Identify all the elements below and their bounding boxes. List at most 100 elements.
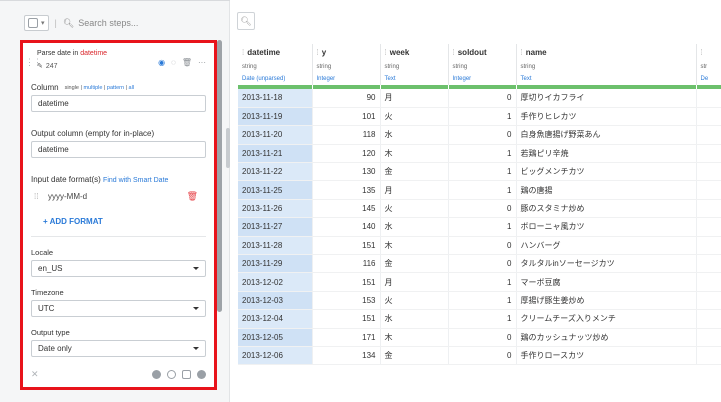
table-cell[interactable] <box>696 291 721 311</box>
table-row[interactable]: 2013-11-19 101 火 1 手作りヒレカツ <box>238 107 721 127</box>
table-row[interactable]: 2013-11-25 135 月 1 鶏の唐揚 <box>238 180 721 200</box>
table-cell[interactable]: 1 <box>448 291 517 311</box>
table-cell[interactable]: 171 <box>312 328 381 347</box>
table-row[interactable]: 2013-11-18 90 月 0 厚切りイカフライ <box>238 89 721 108</box>
table-row[interactable]: 2013-11-21 120 木 1 若鶏ピリ辛焼 <box>238 144 721 164</box>
table-cell[interactable]: 厚揚げ豚生姜炒め <box>516 291 697 311</box>
table-cell[interactable] <box>696 180 721 200</box>
table-cell[interactable]: 0 <box>448 199 517 219</box>
table-cell[interactable]: 153 <box>312 291 381 311</box>
table-cell[interactable]: 140 <box>312 217 381 237</box>
parse-date-step-card[interactable]: ⋮⋮ Parse date in datetime ✎ 247 ◉ ◌ 🗑︎ ·… <box>20 40 217 390</box>
column-header[interactable]: ⁞ <box>696 44 721 61</box>
table-cell[interactable]: 1 <box>448 180 517 200</box>
table-cell[interactable]: 水 <box>380 217 449 237</box>
output-column-input[interactable]: datetime <box>31 141 206 158</box>
mode-single[interactable]: single <box>65 85 79 91</box>
table-cell[interactable]: 水 <box>380 309 449 329</box>
table-row[interactable]: 2013-11-26 145 火 0 豚のスタミナ炒め <box>238 199 721 219</box>
table-cell[interactable]: 鶏のカッシュナッツ炒め <box>516 328 697 347</box>
table-cell[interactable]: 0 <box>448 254 517 274</box>
table-row[interactable]: 2013-11-28 151 木 0 ハンバーグ <box>238 236 721 256</box>
table-cell[interactable]: 白身魚唐揚げ野菜あん <box>516 125 697 145</box>
table-cell[interactable]: 2013-12-05 <box>238 328 313 347</box>
column-drag-icon[interactable]: ⁞ <box>521 48 523 57</box>
table-row[interactable]: 2013-12-02 151 月 1 マーボ豆腐 <box>238 272 721 292</box>
trash-icon[interactable]: 🗑︎ <box>182 58 192 67</box>
search-steps-input[interactable]: 🔍︎ Search steps... <box>63 18 138 29</box>
table-cell[interactable] <box>696 236 721 256</box>
table-cell[interactable]: 2013-11-20 <box>238 125 313 145</box>
table-cell[interactable]: 水 <box>380 125 449 145</box>
table-cell[interactable]: 90 <box>312 89 381 108</box>
grid-search-button[interactable]: 🔍︎ <box>237 12 255 30</box>
table-cell[interactable] <box>696 254 721 274</box>
table-row[interactable]: 2013-11-22 130 金 1 ビッグメンチカツ <box>238 162 721 182</box>
table-cell[interactable] <box>696 125 721 145</box>
table-cell[interactable]: 101 <box>312 107 381 127</box>
table-cell[interactable]: 118 <box>312 125 381 145</box>
table-cell[interactable]: 0 <box>448 89 517 108</box>
table-row[interactable]: 2013-11-20 118 水 0 白身魚唐揚げ野菜あん <box>238 125 721 145</box>
table-cell[interactable]: 厚切りイカフライ <box>516 89 697 108</box>
table-cell[interactable]: 0 <box>448 328 517 347</box>
table-cell[interactable]: 若鶏ピリ辛焼 <box>516 144 697 164</box>
table-cell[interactable] <box>696 144 721 164</box>
table-cell[interactable]: 2013-11-26 <box>238 199 313 219</box>
column-header[interactable]: ⁞ week <box>380 44 449 61</box>
table-cell[interactable] <box>696 328 721 347</box>
table-cell[interactable] <box>696 309 721 329</box>
table-cell[interactable] <box>696 162 721 182</box>
table-cell[interactable] <box>696 107 721 127</box>
table-cell[interactable]: マーボ豆腐 <box>516 272 697 292</box>
table-cell[interactable]: 151 <box>312 309 381 329</box>
table-row[interactable]: 2013-12-03 153 火 1 厚揚げ豚生姜炒め <box>238 291 721 311</box>
table-cell[interactable]: 2013-11-29 <box>238 254 313 274</box>
table-cell[interactable]: 0 <box>448 236 517 256</box>
table-cell[interactable]: 2013-12-06 <box>238 346 313 366</box>
table-cell[interactable]: 火 <box>380 199 449 219</box>
table-row[interactable]: 2013-12-06 134 金 0 手作りロースカツ <box>238 346 721 366</box>
table-cell[interactable] <box>696 346 721 366</box>
table-cell[interactable]: 1 <box>448 217 517 237</box>
table-row[interactable]: 2013-11-27 140 水 1 ボローニャ風カツ <box>238 217 721 237</box>
table-cell[interactable]: 金 <box>380 346 449 366</box>
table-cell[interactable]: ボローニャ風カツ <box>516 217 697 237</box>
table-cell[interactable]: 2013-11-22 <box>238 162 313 182</box>
table-cell[interactable] <box>696 199 721 219</box>
table-cell[interactable]: 木 <box>380 328 449 347</box>
trash-icon[interactable]: 🗑︎ <box>187 191 198 202</box>
table-cell[interactable]: 手作りロースカツ <box>516 346 697 366</box>
column-drag-icon[interactable]: ⁞ <box>701 48 703 57</box>
table-cell[interactable]: 130 <box>312 162 381 182</box>
table-cell[interactable]: 145 <box>312 199 381 219</box>
smart-date-link[interactable]: Find with Smart Date <box>103 177 168 184</box>
column-meaning[interactable]: Integer <box>312 73 381 85</box>
table-cell[interactable] <box>696 89 721 108</box>
output-type-select[interactable]: Date only <box>31 340 206 357</box>
table-cell[interactable]: 1 <box>448 272 517 292</box>
table-cell[interactable]: 手作りヒレカツ <box>516 107 697 127</box>
table-cell[interactable]: 0 <box>448 346 517 366</box>
table-row[interactable]: 2013-11-29 116 金 0 タルタルinソーセージカツ <box>238 254 721 274</box>
column-drag-icon[interactable]: ⁞ <box>453 48 455 57</box>
table-cell[interactable]: 1 <box>448 144 517 164</box>
locale-select[interactable]: en_US <box>31 260 206 277</box>
table-cell[interactable]: 月 <box>380 180 449 200</box>
add-format-button[interactable]: + ADD FORMAT <box>31 217 206 226</box>
column-input[interactable]: datetime <box>31 95 206 112</box>
copy-icon[interactable] <box>182 370 191 379</box>
table-cell[interactable]: 116 <box>312 254 381 274</box>
column-drag-icon[interactable]: ⁞ <box>385 48 387 57</box>
table-cell[interactable]: 0 <box>448 125 517 145</box>
mode-all[interactable]: all <box>129 85 135 91</box>
column-drag-icon[interactable]: ⁞ <box>242 48 244 57</box>
table-cell[interactable]: 2013-11-19 <box>238 107 313 127</box>
help-icon[interactable] <box>197 370 206 379</box>
table-cell[interactable]: 151 <box>312 236 381 256</box>
column-meaning[interactable]: Text <box>516 73 697 85</box>
table-cell[interactable]: 135 <box>312 180 381 200</box>
table-cell[interactable]: 134 <box>312 346 381 366</box>
column-meaning[interactable]: De <box>696 73 721 85</box>
format-value[interactable]: yyyy-MM-d <box>48 192 187 201</box>
